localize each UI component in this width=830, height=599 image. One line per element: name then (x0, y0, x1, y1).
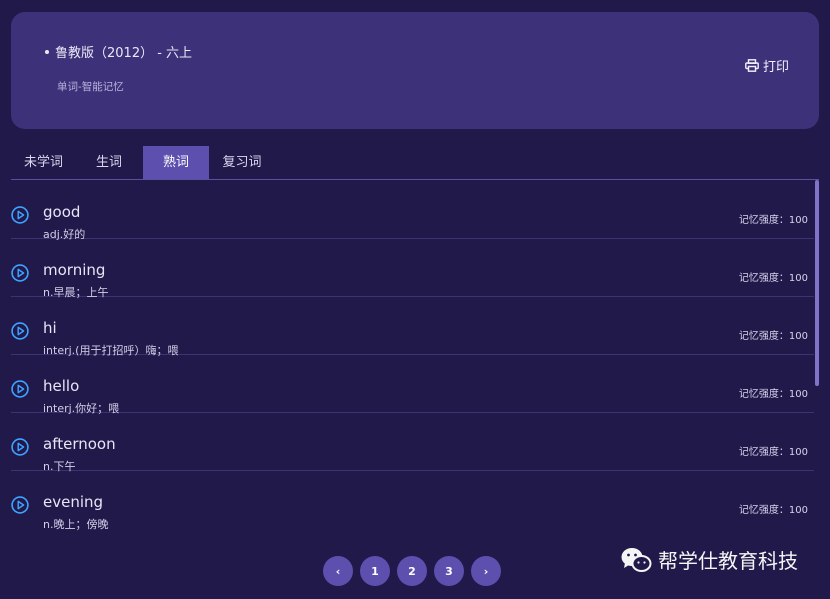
word-text: morning (43, 261, 106, 279)
print-button[interactable]: 打印 (745, 56, 789, 75)
pagination: ‹ 1 2 3 › (323, 556, 508, 586)
word-text: evening (43, 493, 104, 511)
book-title: 鲁教版（2012） - 六上 (45, 42, 192, 61)
book-title-text: 鲁教版（2012） - 六上 (55, 46, 193, 61)
tab-familiar-words[interactable]: 熟词 (143, 146, 209, 179)
print-label: 打印 (762, 60, 789, 75)
play-audio-icon[interactable] (11, 438, 29, 456)
tab-new-words[interactable]: 生词 (76, 146, 142, 179)
memory-strength: 记忆强度：100 (738, 505, 808, 516)
watermark: 帮学仕教育科技 (620, 545, 798, 574)
word-text: afternoon (43, 435, 116, 453)
play-audio-icon[interactable] (11, 206, 29, 224)
list-item: afternoon n.下午 记忆强度：100 (11, 413, 814, 473)
page-3-button[interactable]: 3 (434, 556, 464, 586)
word-meaning: n.晚上；傍晚 (43, 518, 109, 531)
word-tabs: 未学词 生词 熟词 复习词 (11, 146, 819, 180)
page-1-button[interactable]: 1 (360, 556, 390, 586)
word-text: hello (43, 377, 80, 395)
list-item: good adj.好的 记忆强度：100 (11, 181, 814, 241)
word-text: good (43, 203, 81, 221)
page-2-button[interactable]: 2 (397, 556, 427, 586)
section-subtitle: 单词-智能记忆 (57, 81, 124, 93)
list-item: hi interj.(用于打招呼）嗨；喂 记忆强度：100 (11, 297, 814, 357)
play-audio-icon[interactable] (11, 496, 29, 514)
play-audio-icon[interactable] (11, 322, 29, 340)
memory-strength: 记忆强度：100 (738, 273, 808, 284)
memory-strength: 记忆强度：100 (738, 215, 808, 226)
wechat-icon (621, 547, 652, 572)
watermark-text: 帮学仕教育科技 (658, 549, 798, 573)
play-audio-icon[interactable] (11, 380, 29, 398)
memory-strength: 记忆强度：100 (738, 389, 808, 400)
list-item: evening n.晚上；傍晚 记忆强度：100 (11, 471, 814, 531)
header-card: 鲁教版（2012） - 六上 单词-智能记忆 打印 (11, 12, 819, 129)
list-scrollbar[interactable] (815, 180, 819, 386)
next-page-button[interactable]: › (471, 556, 501, 586)
word-list: good adj.好的 记忆强度：100 morning n.早晨；上午 记忆强… (11, 181, 814, 535)
tab-review-words[interactable]: 复习词 (209, 146, 275, 179)
memory-strength: 记忆强度：100 (738, 331, 808, 342)
list-item: hello interj.你好；喂 记忆强度：100 (11, 355, 814, 415)
memory-strength: 记忆强度：100 (738, 447, 808, 458)
bullet-icon (45, 49, 49, 54)
printer-icon (745, 59, 759, 72)
prev-page-button[interactable]: ‹ (323, 556, 353, 586)
tab-unlearned[interactable]: 未学词 (11, 146, 76, 179)
play-audio-icon[interactable] (11, 264, 29, 282)
list-item: morning n.早晨；上午 记忆强度：100 (11, 239, 814, 299)
word-text: hi (43, 319, 57, 337)
